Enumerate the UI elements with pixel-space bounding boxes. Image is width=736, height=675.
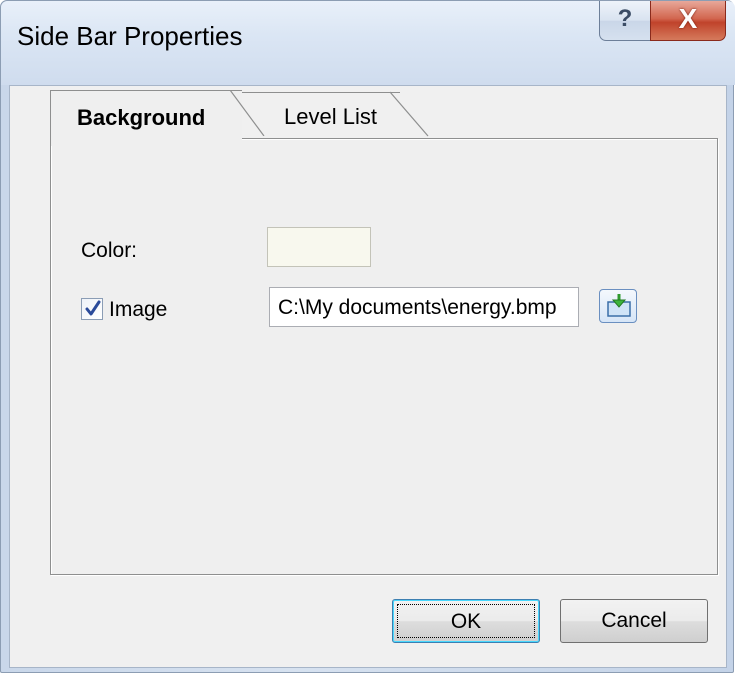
image-path-input[interactable]: C:\My documents\energy.bmp: [269, 287, 579, 327]
dialog-window: Side Bar Properties ? X Level List Backg…: [0, 0, 735, 673]
image-label: Image: [109, 298, 168, 321]
close-button[interactable]: X: [650, 1, 726, 41]
help-button[interactable]: ?: [599, 1, 651, 41]
tab-panel-background: Color: Image C:\My documents\energy.bmp: [50, 138, 718, 575]
color-swatch[interactable]: [267, 227, 371, 267]
close-icon: X: [678, 3, 698, 34]
image-checkbox[interactable]: [81, 298, 103, 320]
checkmark-icon: [85, 300, 101, 316]
tab-level-list-label: Level List: [284, 104, 377, 129]
ok-button-label: OK: [397, 604, 535, 638]
cancel-button[interactable]: Cancel: [560, 599, 708, 643]
tab-background[interactable]: Background: [50, 90, 242, 146]
window-title: Side Bar Properties: [17, 21, 243, 51]
color-label: Color:: [81, 239, 138, 262]
browse-image-button[interactable]: [599, 289, 637, 323]
open-file-icon: [607, 294, 631, 317]
title-bar[interactable]: Side Bar Properties ? X: [1, 1, 735, 85]
help-icon: ?: [617, 5, 633, 32]
dialog-client-area: Level List Background Color: Image C:\My…: [9, 85, 727, 668]
tab-background-label: Background: [77, 105, 206, 130]
ok-button[interactable]: OK: [392, 599, 540, 643]
